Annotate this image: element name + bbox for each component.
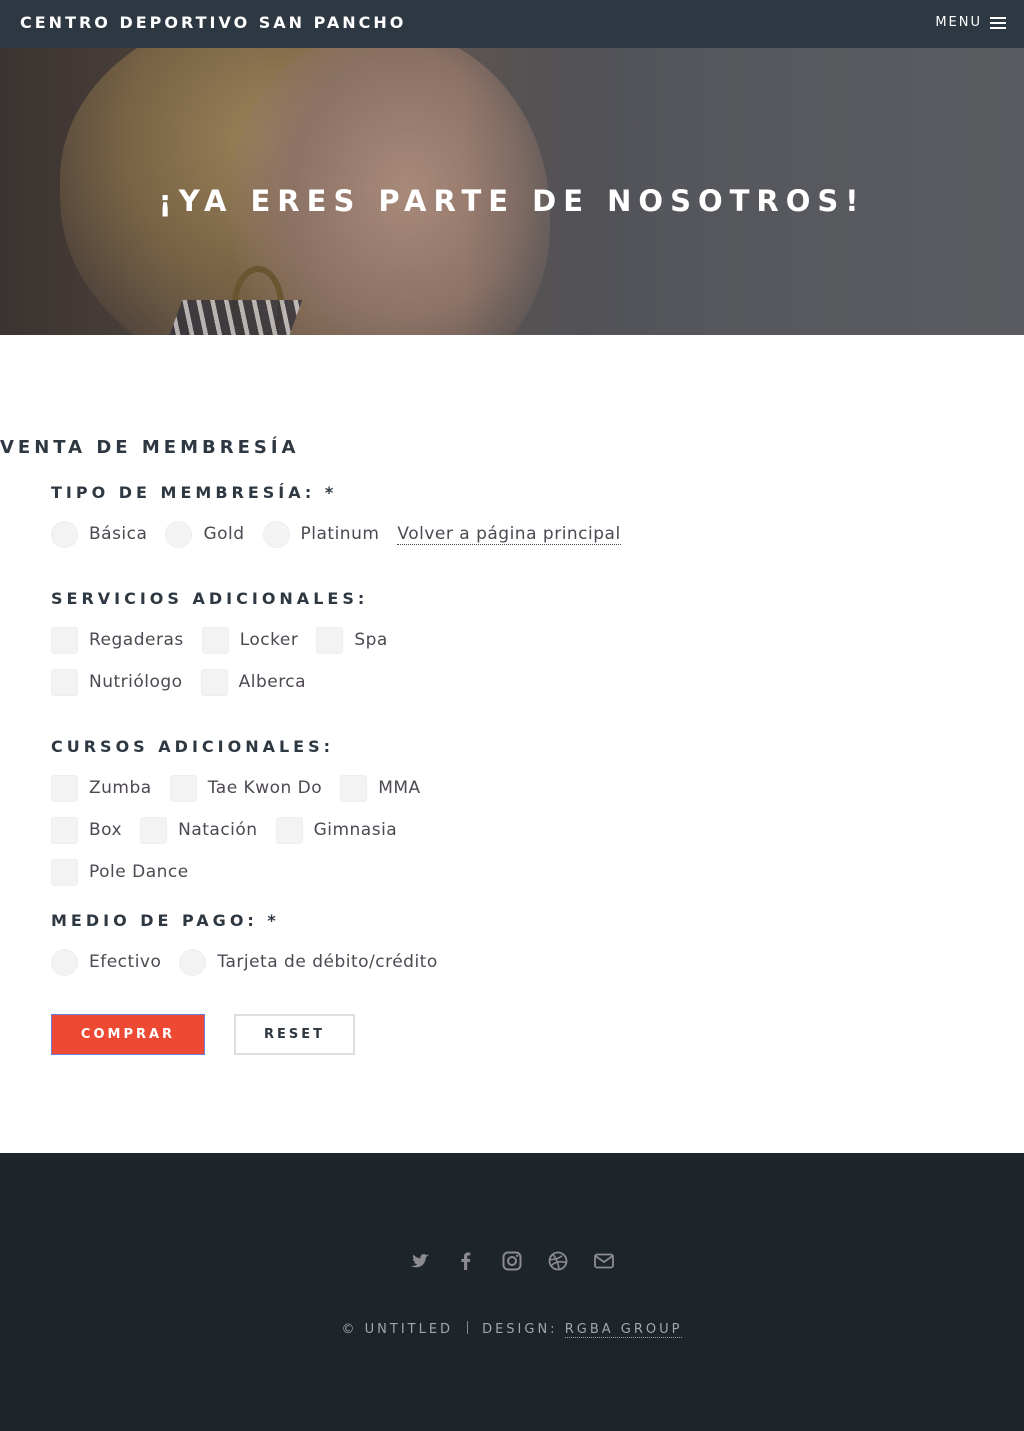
checkbox[interactable] [201,626,229,654]
option-label: Regaderas [89,630,184,650]
payment-label: MEDIO DE PAGO: * [51,911,280,930]
option-label: Nutriólogo [89,672,183,692]
course-option-gimnasia[interactable]: Gimnasia [275,816,398,844]
checkbox[interactable] [275,816,303,844]
option-label: Pole Dance [89,862,189,882]
membership-option-basica[interactable]: Básica [51,520,148,548]
radio-button[interactable] [51,520,78,548]
hero-image-collar [167,300,303,335]
divider [467,1321,469,1334]
hamburger-icon [990,16,1006,30]
checkbox[interactable] [169,774,197,802]
option-label: Básica [89,524,148,544]
hero-title: ¡YA ERES PARTE DE NOSOTROS! [158,184,866,218]
option-label: Box [89,820,123,840]
back-to-home-link[interactable]: Volver a página principal [397,524,621,545]
membership-type-label: TIPO DE MEMBRESÍA: * [51,483,338,502]
radio-button[interactable] [51,948,78,976]
reset-button[interactable]: RESET [234,1014,355,1055]
option-label: Alberca [238,672,307,692]
services-label: SERVICIOS ADICIONALES: [51,589,369,608]
membership-option-gold[interactable]: Gold [165,520,245,548]
checkbox[interactable] [51,774,78,802]
checkbox[interactable] [51,816,78,844]
menu-label: MENU [935,15,982,30]
courses-row-1: Zumba Tae Kwon Do MMA [51,774,439,802]
buy-button[interactable]: COMPRAR [51,1014,205,1055]
service-option-locker[interactable]: Locker [201,626,299,654]
option-label: Tae Kwon Do [207,778,323,798]
checkbox[interactable] [140,816,168,844]
hero-banner: ¡YA ERES PARTE DE NOSOTROS! [0,48,1024,335]
top-navbar: CENTRO DEPORTIVO SAN PANCHO MENU [0,0,1024,48]
option-label: Tarjeta de débito/crédito [217,952,438,972]
option-label: MMA [378,778,421,798]
envelope-icon[interactable] [592,1249,616,1273]
option-label: Natación [178,820,258,840]
design-credit-link[interactable]: RGBA GROUP [564,1322,683,1338]
option-label: Zumba [89,778,152,798]
checkbox[interactable] [200,668,228,696]
option-label: Efectivo [89,952,162,972]
instagram-icon[interactable] [500,1249,524,1273]
checkbox[interactable] [51,626,78,654]
checkbox[interactable] [316,626,344,654]
payment-option-tarjeta[interactable]: Tarjeta de débito/crédito [179,948,438,976]
courses-label: CURSOS ADICIONALES: [51,737,335,756]
option-label: Gold [203,524,245,544]
radio-button[interactable] [262,520,290,548]
course-option-box[interactable]: Box [51,816,123,844]
membership-option-platinum[interactable]: Platinum [262,520,380,548]
course-option-tae-kwon-do[interactable]: Tae Kwon Do [169,774,323,802]
course-option-mma[interactable]: MMA [340,774,421,802]
site-brand[interactable]: CENTRO DEPORTIVO SAN PANCHO [20,13,406,32]
checkbox[interactable] [51,668,78,696]
checkbox[interactable] [51,858,78,886]
services-row-1: Regaderas Locker Spa [51,626,406,654]
footer: © UNTITLED DESIGN: RGBA GROUP [0,1153,1024,1431]
course-option-zumba[interactable]: Zumba [51,774,152,802]
social-links [0,1249,1024,1273]
payment-option-efectivo[interactable]: Efectivo [51,948,162,976]
service-option-alberca[interactable]: Alberca [200,668,307,696]
membership-options: Básica Gold Platinum Volver a página pri… [51,520,621,548]
option-label: Gimnasia [313,820,398,840]
option-label: Platinum [300,524,380,544]
option-label: Spa [354,630,388,650]
copyright-text: © UNTITLED [341,1322,454,1337]
section-title: VENTA DE MEMBRESÍA [0,437,300,458]
courses-row-2: Box Natación Gimnasia [51,816,415,844]
radio-button[interactable] [179,948,207,976]
design-prefix: DESIGN: [482,1322,558,1337]
twitter-icon[interactable] [408,1249,432,1273]
menu-button[interactable]: MENU [935,15,1006,30]
payment-options: Efectivo Tarjeta de débito/crédito [51,948,456,976]
dribbble-icon[interactable] [546,1249,570,1273]
service-option-nutriologo[interactable]: Nutriólogo [51,668,183,696]
service-option-regaderas[interactable]: Regaderas [51,626,184,654]
services-row-2: Nutriólogo Alberca [51,668,324,696]
facebook-icon[interactable] [454,1249,478,1273]
copyright-line: © UNTITLED DESIGN: RGBA GROUP [0,1321,1024,1338]
courses-row-3: Pole Dance [51,858,207,886]
radio-button[interactable] [165,520,193,548]
course-option-pole-dance[interactable]: Pole Dance [51,858,189,886]
option-label: Locker [239,630,299,650]
service-option-spa[interactable]: Spa [316,626,388,654]
checkbox[interactable] [340,774,368,802]
course-option-natacion[interactable]: Natación [140,816,258,844]
